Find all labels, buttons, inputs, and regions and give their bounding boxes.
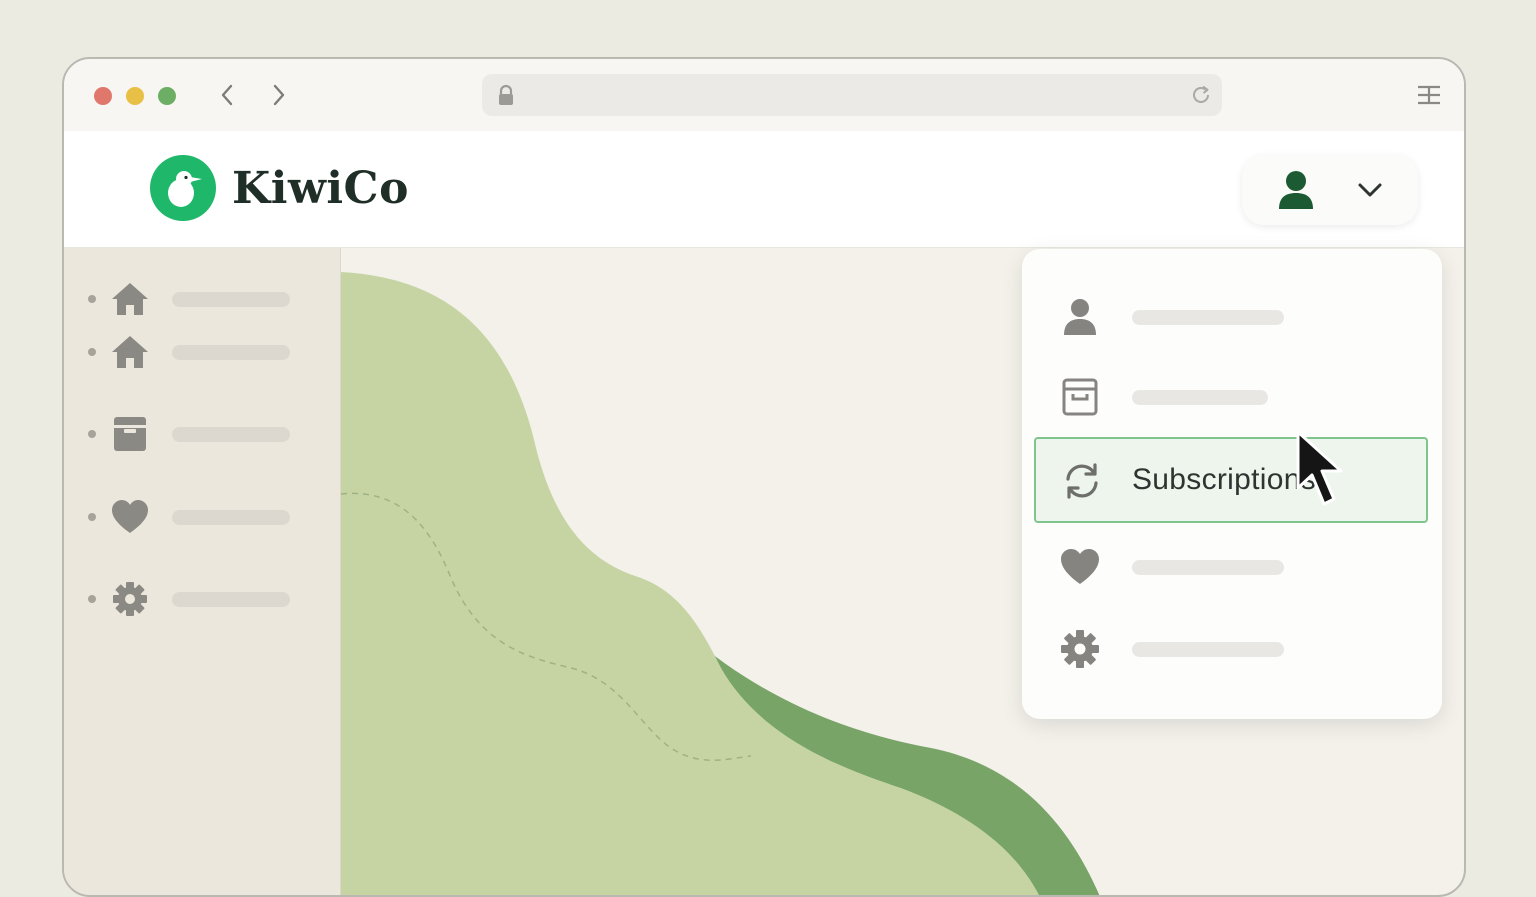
sidebar-item-home[interactable]	[88, 279, 318, 319]
box-icon	[1062, 378, 1098, 416]
reload-icon[interactable]	[1190, 84, 1212, 111]
dropdown-item-favorites[interactable]	[1034, 523, 1428, 607]
heart-icon	[112, 500, 148, 533]
bullet	[88, 295, 96, 303]
box-icon	[114, 417, 146, 451]
minimize-window-button[interactable]	[126, 87, 144, 105]
kiwico-logo[interactable]: KiwiCo	[150, 155, 409, 221]
heart-icon	[1061, 549, 1099, 584]
sidebar-item-home[interactable]	[88, 332, 318, 372]
lock-icon	[496, 84, 516, 111]
close-window-button[interactable]	[94, 87, 112, 105]
sidebar-item-placeholder	[172, 427, 290, 442]
sidebar-item-placeholder	[172, 292, 290, 307]
bullet	[88, 513, 96, 521]
brand-name: KiwiCo	[232, 162, 409, 214]
mouse-pointer-icon	[1296, 430, 1343, 506]
bullet	[88, 348, 96, 356]
chevron-left-icon[interactable]	[214, 81, 242, 109]
site-header: KiwiCo	[64, 131, 1464, 248]
kiwi-bird-icon	[150, 155, 216, 221]
sidebar	[64, 248, 341, 895]
address-bar[interactable]	[482, 74, 1222, 116]
browser-window: KiwiCo Subscriptions	[62, 57, 1466, 897]
dropdown-item-placeholder	[1132, 310, 1284, 325]
dropdown-item-placeholder	[1132, 642, 1284, 657]
sidebar-item-settings[interactable]	[88, 579, 318, 619]
sidebar-item-placeholder	[172, 510, 290, 525]
dropdown-item-subscriptions[interactable]: Subscriptions	[1034, 437, 1428, 523]
menu-icon[interactable]	[1416, 83, 1442, 112]
user-icon	[1064, 299, 1096, 335]
user-icon	[1276, 169, 1316, 216]
sidebar-item-favorites[interactable]	[88, 497, 318, 537]
gear-icon	[1061, 630, 1099, 668]
dropdown-item-profile[interactable]	[1034, 273, 1428, 357]
dropdown-item-placeholder	[1132, 560, 1284, 575]
sidebar-item-placeholder	[172, 592, 290, 607]
home-icon	[112, 336, 148, 368]
maximize-window-button[interactable]	[158, 87, 176, 105]
bullet	[88, 430, 96, 438]
dropdown-item-settings[interactable]	[1034, 605, 1428, 689]
bullet	[88, 595, 96, 603]
dropdown-item-placeholder	[1132, 390, 1268, 405]
chevron-down-icon	[1356, 177, 1384, 206]
gear-icon	[113, 582, 147, 616]
sidebar-item-placeholder	[172, 345, 290, 360]
sidebar-item-box[interactable]	[88, 414, 318, 454]
refresh-icon	[1066, 463, 1098, 499]
account-menu-button[interactable]	[1242, 155, 1418, 225]
dropdown-item-orders[interactable]	[1034, 353, 1428, 437]
browser-toolbar	[64, 59, 1464, 132]
account-dropdown: Subscriptions	[1022, 249, 1442, 719]
subscriptions-label: Subscriptions	[1132, 463, 1316, 496]
chevron-right-icon[interactable]	[264, 81, 292, 109]
home-icon	[112, 283, 148, 315]
